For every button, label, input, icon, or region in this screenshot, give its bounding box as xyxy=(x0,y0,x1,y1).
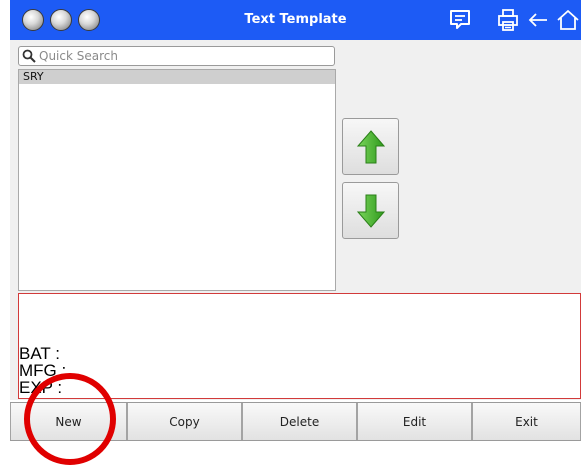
search-input[interactable] xyxy=(39,48,329,64)
move-down-button[interactable] xyxy=(342,182,399,239)
search-box[interactable] xyxy=(18,46,335,66)
message-icon[interactable] xyxy=(448,8,472,32)
action-bar: New Copy Delete Edit Exit xyxy=(10,402,581,441)
printer-icon[interactable] xyxy=(496,8,520,32)
move-up-button[interactable] xyxy=(342,118,399,175)
preview-line-mfg: MFG : xyxy=(19,361,67,380)
delete-button[interactable]: Delete xyxy=(242,403,357,440)
new-button[interactable]: New xyxy=(10,403,127,440)
template-list[interactable]: SRY xyxy=(18,69,336,291)
title-bar: Text Template xyxy=(10,0,581,40)
list-item[interactable]: SRY xyxy=(19,70,335,84)
preview-line-bat: BAT : xyxy=(19,344,60,363)
search-icon xyxy=(22,49,36,63)
home-icon[interactable] xyxy=(556,8,580,32)
exit-button[interactable]: Exit xyxy=(472,403,581,440)
back-arrow-icon[interactable] xyxy=(526,8,550,32)
edit-button[interactable]: Edit xyxy=(357,403,472,440)
template-preview xyxy=(18,293,581,399)
arrow-up-icon xyxy=(357,130,385,164)
arrow-down-icon xyxy=(357,194,385,228)
copy-button[interactable]: Copy xyxy=(127,403,242,440)
preview-line-exp: EXP : xyxy=(19,378,63,397)
